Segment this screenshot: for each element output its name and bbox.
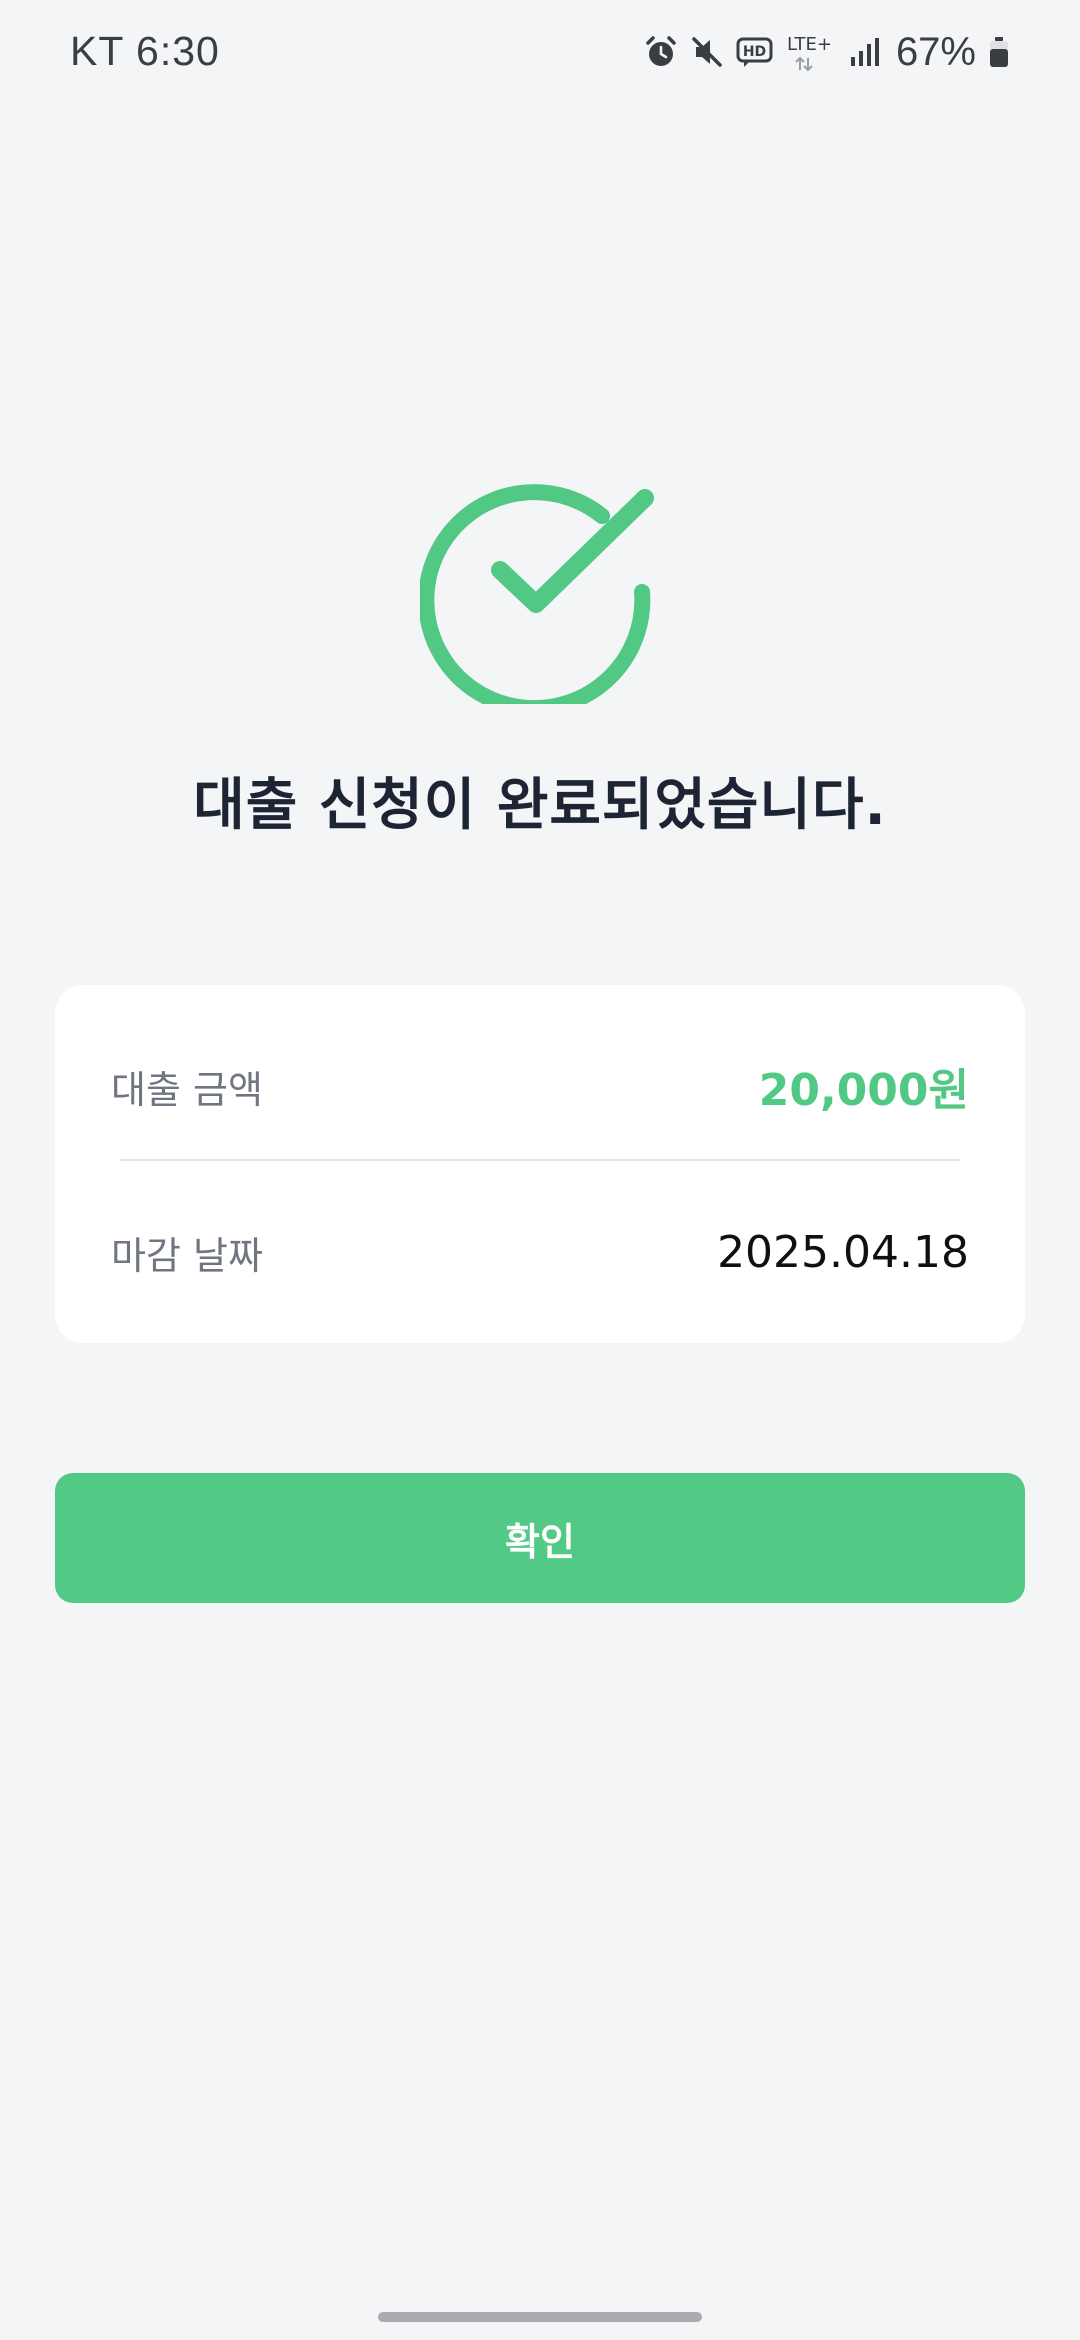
loan-summary-card: 대출 금액 20,000원 마감 날짜 2025.04.18 bbox=[55, 985, 1025, 1343]
divider bbox=[119, 1159, 961, 1161]
battery-percent: 67% bbox=[895, 29, 976, 74]
loan-amount-label: 대출 금액 bbox=[111, 1067, 263, 1112]
home-indicator[interactable] bbox=[378, 2312, 702, 2322]
lte-plus-icon: LTE+ bbox=[786, 32, 836, 72]
svg-text:HD: HD bbox=[743, 44, 766, 60]
loan-amount-value: 20,000원 bbox=[758, 1065, 969, 1116]
hd-voice-icon: HD bbox=[736, 35, 774, 69]
battery-icon bbox=[988, 35, 1010, 69]
alarm-icon bbox=[644, 35, 678, 69]
mute-icon bbox=[690, 35, 724, 69]
status-carrier-time: KT 6:30 bbox=[70, 28, 220, 74]
page-title: 대출 신청이 완료되었습니다. bbox=[193, 773, 887, 838]
due-date-value: 2025.04.18 bbox=[717, 1226, 969, 1278]
due-date-row: 마감 날짜 2025.04.18 bbox=[111, 1219, 969, 1285]
signal-icon bbox=[848, 35, 882, 69]
loan-amount-row: 대출 금액 20,000원 bbox=[111, 1053, 969, 1119]
due-date-label: 마감 날짜 bbox=[111, 1233, 263, 1278]
status-bar: KT 6:30 HD LTE+ 67% bbox=[0, 0, 1080, 104]
status-icons: HD LTE+ 67% bbox=[644, 26, 1010, 78]
confirm-button[interactable]: 확인 bbox=[55, 1473, 1025, 1603]
check-circle-icon bbox=[418, 464, 660, 717]
network-label: LTE+ bbox=[787, 34, 832, 55]
